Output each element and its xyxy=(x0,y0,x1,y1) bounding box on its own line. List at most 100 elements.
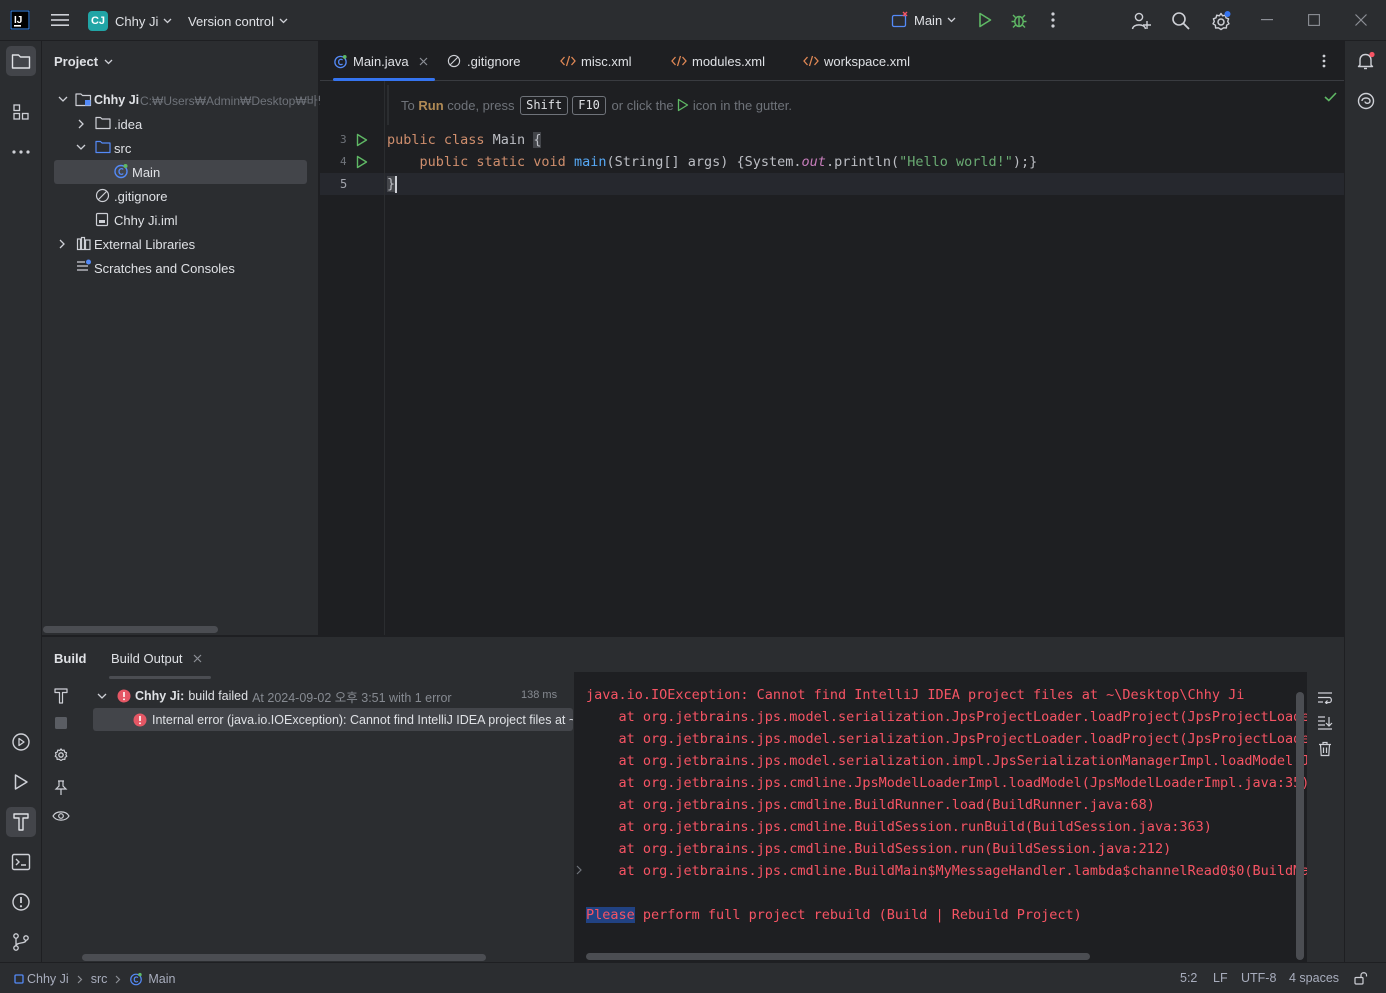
source-folder-icon xyxy=(95,140,111,154)
error-icon xyxy=(133,713,147,727)
chevron-down-icon[interactable] xyxy=(76,144,86,151)
tab-misc-xml[interactable]: misc.xml xyxy=(560,41,632,81)
more-tool-windows-button[interactable] xyxy=(6,137,36,167)
console-line: at org.jetbrains.jps.cmdline.BuildSessio… xyxy=(586,841,1172,857)
java-class-icon xyxy=(333,54,348,69)
project-tool-window-button[interactable] xyxy=(6,46,36,76)
build-output-console[interactable]: java.io.IOException: Cannot find Intelli… xyxy=(574,672,1307,962)
tree-item-project-root[interactable]: Chhy Ji C:₩Users₩Admin₩Desktop₩바탕 xyxy=(42,88,329,112)
settings-icon[interactable] xyxy=(1209,9,1233,33)
indent-settings[interactable]: 4 spaces xyxy=(1289,971,1339,985)
maximize-window-icon[interactable] xyxy=(1304,10,1324,30)
build-result-status: build failed xyxy=(188,689,249,703)
tree-item-iml[interactable]: Chhy Ji.iml xyxy=(42,208,319,232)
code-editor[interactable]: To Run code, press Shift F10 or click th… xyxy=(320,81,1344,635)
right-tool-window-bar xyxy=(1344,41,1386,962)
project-view-selector[interactable]: Project xyxy=(54,54,113,69)
intellij-logo-icon[interactable]: IJ xyxy=(10,10,30,30)
build-settings-icon[interactable] xyxy=(52,746,70,764)
run-tool-window-button[interactable] xyxy=(6,767,36,797)
code-with-me-icon[interactable] xyxy=(1130,10,1152,32)
file-encoding[interactable]: UTF-8 xyxy=(1241,971,1276,985)
line-number: 5 xyxy=(340,177,348,191)
bell-icon xyxy=(1356,51,1376,71)
console-line: at org.jetbrains.jps.cmdline.JpsModelLoa… xyxy=(586,775,1308,791)
version-control-menu[interactable]: Version control xyxy=(188,10,288,32)
scroll-to-end-icon[interactable] xyxy=(1316,714,1334,732)
shortcut-key-f10: F10 xyxy=(572,95,606,115)
notifications-button[interactable] xyxy=(1351,46,1381,76)
git-tool-window-button[interactable] xyxy=(6,927,36,957)
read-write-lock-icon[interactable] xyxy=(1353,970,1369,986)
tab-options-icon[interactable] xyxy=(1316,53,1332,69)
module-icon xyxy=(14,974,24,984)
code-token: { xyxy=(533,132,542,148)
console-horizontal-scrollbar[interactable] xyxy=(586,953,1090,960)
pin-icon[interactable] xyxy=(52,779,70,797)
build-tree-horizontal-scrollbar[interactable] xyxy=(82,954,486,961)
tree-item-scratches[interactable]: Scratches and Consoles xyxy=(42,256,319,280)
chevron-down-icon[interactable] xyxy=(58,96,68,103)
tab-main-java[interactable]: Main.java xyxy=(333,41,435,81)
chevron-right-icon[interactable] xyxy=(59,239,66,249)
close-tab-icon[interactable] xyxy=(419,57,428,66)
ignore-file-icon xyxy=(447,54,461,68)
close-window-icon[interactable] xyxy=(1351,10,1371,30)
build-tab-title[interactable]: Build xyxy=(54,651,87,666)
line-separator[interactable]: LF xyxy=(1213,971,1228,985)
code-token: .println( xyxy=(825,154,900,170)
problems-tool-window-button[interactable] xyxy=(6,887,36,917)
search-icon[interactable] xyxy=(1170,10,1192,32)
build-result-row[interactable]: Chhy Ji: build failed At 2024-09-02 오후 3… xyxy=(93,685,573,707)
console-line: at org.jetbrains.jps.model.serialization… xyxy=(586,709,1308,725)
code-line-4: public static void main(String[] args) {… xyxy=(387,151,1038,173)
trash-icon[interactable] xyxy=(1316,740,1334,758)
build-tool-window-button[interactable] xyxy=(6,807,36,837)
build-error-row[interactable]: Internal error (java.io.IOException): Ca… xyxy=(93,708,573,731)
tree-item-src[interactable]: src xyxy=(42,136,319,160)
caret-position[interactable]: 5:2 xyxy=(1180,971,1197,985)
more-actions-icon[interactable] xyxy=(1043,10,1063,30)
tree-item-gitignore[interactable]: .gitignore xyxy=(42,184,319,208)
close-tab-icon[interactable] xyxy=(193,654,202,663)
services-tool-window-button[interactable] xyxy=(6,727,36,757)
terminal-tool-window-button[interactable] xyxy=(6,847,36,877)
fold-expand-icon[interactable] xyxy=(576,865,582,875)
tab-gitignore[interactable]: .gitignore xyxy=(447,41,520,81)
title-bar: IJ CJ Chhy Ji Version control Main xyxy=(0,0,1386,41)
tab-modules-xml[interactable]: modules.xml xyxy=(671,41,765,81)
project-selector[interactable]: CJ Chhy Ji xyxy=(88,10,172,32)
run-configuration-selector[interactable]: Main xyxy=(891,8,956,32)
code-token: Main xyxy=(492,132,534,148)
console-vertical-scrollbar[interactable] xyxy=(1296,692,1304,960)
chevron-down-icon[interactable] xyxy=(97,693,107,700)
main-menu-icon[interactable] xyxy=(50,10,70,30)
chevron-right-icon[interactable] xyxy=(78,119,85,129)
tab-workspace-xml[interactable]: workspace.xml xyxy=(803,41,910,81)
build-output-tab[interactable]: Build Output xyxy=(109,643,211,679)
structure-tool-window-button[interactable] xyxy=(6,97,36,127)
tab-label: workspace.xml xyxy=(824,53,910,69)
tree-item-idea[interactable]: .idea xyxy=(42,112,319,136)
ai-assistant-button[interactable] xyxy=(1351,86,1381,116)
breadcrumb-item[interactable]: src xyxy=(91,972,108,986)
run-icon[interactable] xyxy=(975,10,995,30)
tree-item-main[interactable]: Main xyxy=(54,160,307,184)
stop-icon[interactable] xyxy=(52,714,70,732)
tree-item-external-libraries[interactable]: External Libraries xyxy=(42,232,319,256)
chevron-right-icon xyxy=(115,975,121,984)
debug-icon[interactable] xyxy=(1009,10,1029,30)
inspection-ok-checkmark-icon[interactable] xyxy=(1322,89,1338,105)
soft-wrap-icon[interactable] xyxy=(1316,689,1334,707)
breadcrumb-item[interactable]: Chhy Ji xyxy=(27,972,69,986)
eye-icon[interactable] xyxy=(52,807,70,825)
tab-label: modules.xml xyxy=(692,53,765,69)
rebuild-hammer-icon[interactable] xyxy=(52,687,70,705)
project-horizontal-scrollbar[interactable] xyxy=(43,626,218,633)
build-output-tab-label: Build Output xyxy=(111,650,183,666)
minimize-window-icon[interactable] xyxy=(1257,10,1277,30)
gutter-run-icon[interactable] xyxy=(354,154,370,170)
hint-run-link[interactable]: Run xyxy=(418,98,443,113)
breadcrumb-item[interactable]: Main xyxy=(148,972,175,986)
gutter-run-icon[interactable] xyxy=(354,132,370,148)
